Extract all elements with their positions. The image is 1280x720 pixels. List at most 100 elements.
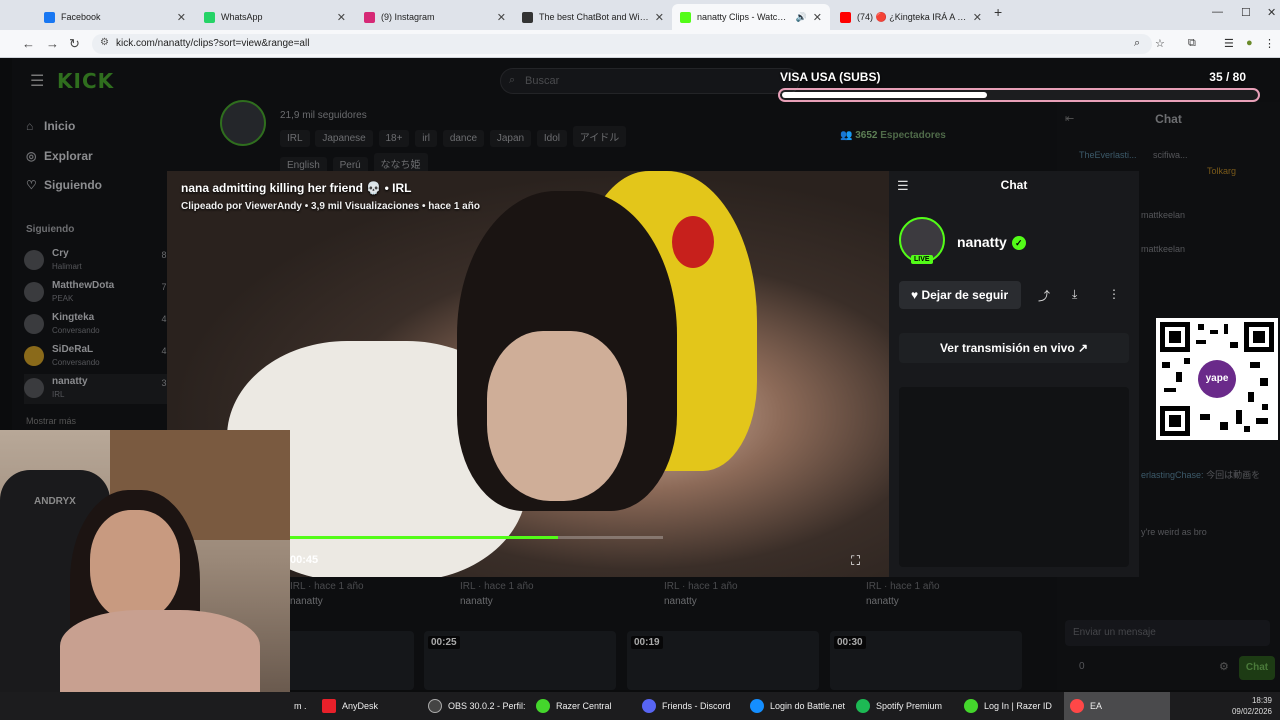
channel-name[interactable]: nanatty ✓ <box>957 234 1026 250</box>
forward-arrow-icon[interactable]: → <box>46 36 59 51</box>
tag[interactable]: Idol <box>536 130 567 147</box>
clip-thumbnail[interactable]: 00:25 <box>424 631 616 690</box>
clip-thumbnail[interactable]: 00:19 <box>627 631 819 690</box>
avatar <box>24 250 44 270</box>
spectators-count: 👥 3652 Espectadores <box>840 130 946 141</box>
tab-instagram[interactable]: (9) Instagram ✕ <box>356 4 514 30</box>
yape-logo: yape <box>1198 360 1236 398</box>
taskbar-item-discord[interactable]: Friends - Discord <box>636 692 740 720</box>
show-more-link[interactable]: Mostrar más <box>26 416 76 426</box>
speaker-icon[interactable]: 🔊 <box>796 12 807 23</box>
hamburger-icon[interactable]: ☰ <box>30 71 44 91</box>
tab-youtube[interactable]: (74) 🔴 ¿Kingteka IRÁ A CANAL ✕ <box>832 4 990 30</box>
unfollow-button[interactable]: ♥ Dejar de seguir <box>899 281 1021 309</box>
taskbar-item-battlenet[interactable]: Login do Battle.net <box>744 692 848 720</box>
close-tab-icon[interactable]: ✕ <box>813 11 822 24</box>
fullscreen-icon[interactable]: ⛶ <box>851 553 860 569</box>
chat-username[interactable]: erlastingChase: <box>1141 470 1204 480</box>
nav-following[interactable]: ♡ Siguiendo <box>26 178 102 192</box>
tab-facebook[interactable]: Facebook ✕ <box>36 4 194 30</box>
search-placeholder: Buscar <box>525 75 560 87</box>
chat-send-button[interactable]: Chat <box>1239 656 1275 680</box>
chat-username[interactable]: TheEverlasti... <box>1079 150 1137 160</box>
spectators-number: 3652 <box>855 130 878 141</box>
goal-count: 35 / 80 <box>1209 70 1246 84</box>
anydesk-icon <box>322 699 336 713</box>
zoom-icon[interactable]: ⌕ <box>1134 37 1140 50</box>
clip-thumbnail[interactable]: 00:30 <box>830 631 1022 690</box>
taskbar-item-ea[interactable]: EA <box>1064 692 1170 720</box>
sidebar-channel-sideral[interactable]: SiDeRaL Conversando 4,4 <box>24 342 174 372</box>
download-icon[interactable]: ⤓ <box>1072 287 1077 302</box>
more-options-icon[interactable]: ⋮ <box>1108 287 1120 301</box>
clip-meta: IRL · hace 1 año nanatty <box>664 581 738 607</box>
minimize-button[interactable]: — <box>1212 6 1223 18</box>
system-clock[interactable]: 18:39 09/02/2026 <box>1232 695 1272 717</box>
taskbar-item-partial[interactable]: m ... <box>288 692 306 720</box>
tag[interactable]: Japan <box>489 130 532 147</box>
tag[interactable]: アイドル <box>572 126 627 147</box>
tag[interactable]: IRL <box>280 130 310 147</box>
spectators-label: Espectadores <box>880 130 946 141</box>
maximize-button[interactable]: ☐ <box>1241 6 1251 19</box>
chat-input[interactable]: Enviar un mensaje <box>1065 620 1270 646</box>
taskbar-item-label: Friends - Discord <box>662 701 731 711</box>
clip-progress-fill <box>287 536 558 539</box>
clip-meta-user[interactable]: nanatty <box>290 596 364 607</box>
chat-message: Tolkarg <box>1207 166 1236 176</box>
clip-meta-user[interactable]: nanatty <box>664 596 738 607</box>
search-input[interactable]: ⌕ Buscar <box>500 68 800 94</box>
taskbar-item-obs[interactable]: OBS 30.0.2 - Perfil: ... <box>422 692 528 720</box>
kick-logo[interactable]: KICK <box>57 69 114 93</box>
close-window-button[interactable]: ✕ <box>1267 6 1276 19</box>
tag[interactable]: 18+ <box>378 130 410 147</box>
tag[interactable]: irl <box>415 130 438 147</box>
taskbar-item-anydesk[interactable]: AnyDesk <box>316 692 420 720</box>
sidebar-channel-kingteka[interactable]: Kingteka Conversando 4,8 <box>24 310 174 340</box>
chair-brand-logo: ANDRYX <box>34 496 76 507</box>
tag[interactable]: Japanese <box>315 130 373 147</box>
tab-kick-active[interactable]: nanatty Clips - Watch Live o 🔊 ✕ <box>672 4 830 30</box>
close-tab-icon[interactable]: ✕ <box>177 11 186 24</box>
site-info-icon[interactable]: ⚙ <box>100 37 109 48</box>
tab-label: nanatty Clips - Watch Live o <box>697 12 790 22</box>
channel-avatar[interactable] <box>220 100 266 146</box>
bookmark-star-icon[interactable]: ☆ <box>1155 37 1165 50</box>
close-tab-icon[interactable]: ✕ <box>337 11 346 24</box>
webcam-scene-body <box>60 610 260 692</box>
taskbar-item-razer-id[interactable]: Log In | Razer ID <box>958 692 1062 720</box>
close-tab-icon[interactable]: ✕ <box>497 11 506 24</box>
chat-message: mattkeelan <box>1141 210 1185 220</box>
clip-meta-user[interactable]: nanatty <box>866 596 940 607</box>
settings-gear-icon[interactable]: ⚙ <box>1219 660 1229 673</box>
reload-icon[interactable]: ↻ <box>69 36 80 52</box>
taskbar-item-spotify[interactable]: Spotify Premium <box>850 692 954 720</box>
tag[interactable]: dance <box>442 130 485 147</box>
tab-whatsapp[interactable]: WhatsApp ✕ <box>196 4 354 30</box>
tab-chatbot[interactable]: The best ChatBot and Widgets ✕ <box>514 4 672 30</box>
taskbar-item-razer-central[interactable]: Razer Central <box>530 692 634 720</box>
extensions-icon[interactable]: ⧉ <box>1188 37 1196 50</box>
clip-meta: IRL · hace 1 año nanatty <box>460 581 534 607</box>
taskbar-item-label: AnyDesk <box>342 701 379 711</box>
nav-home[interactable]: ⌂ Inicio <box>26 119 75 133</box>
tab-label: WhatsApp <box>221 12 263 22</box>
profile-icon[interactable]: ● <box>1246 37 1253 49</box>
sidebar-channel-cry[interactable]: Cry Halimart 8,5 <box>24 246 174 276</box>
watch-live-button[interactable]: Ver transmisión en vivo ↗ <box>899 333 1129 363</box>
close-tab-icon[interactable]: ✕ <box>655 11 664 24</box>
sidebar-channel-nanatty[interactable]: nanatty IRL 3,7 <box>24 374 174 404</box>
nav-explore[interactable]: ◎ Explorar <box>26 149 93 163</box>
new-tab-button[interactable]: + <box>994 4 1002 20</box>
clip-meta-user[interactable]: nanatty <box>460 596 534 607</box>
menu-dots-icon[interactable]: ⋮ <box>1264 37 1275 50</box>
clip-progress-bar[interactable] <box>287 536 663 539</box>
close-tab-icon[interactable]: ✕ <box>973 11 982 24</box>
share-icon[interactable]: ⤴ <box>1038 287 1050 304</box>
battlenet-icon <box>750 699 764 713</box>
razer-icon <box>536 699 550 713</box>
sidebar-channel-matthewdota[interactable]: MatthewDota PEAK 7,5 <box>24 278 174 308</box>
url-field[interactable]: ⚙ kick.com/nanatty/clips?sort=view&range… <box>92 34 1152 54</box>
media-icon[interactable]: ☰ <box>1224 37 1234 50</box>
back-arrow-icon[interactable]: ← <box>22 36 35 51</box>
